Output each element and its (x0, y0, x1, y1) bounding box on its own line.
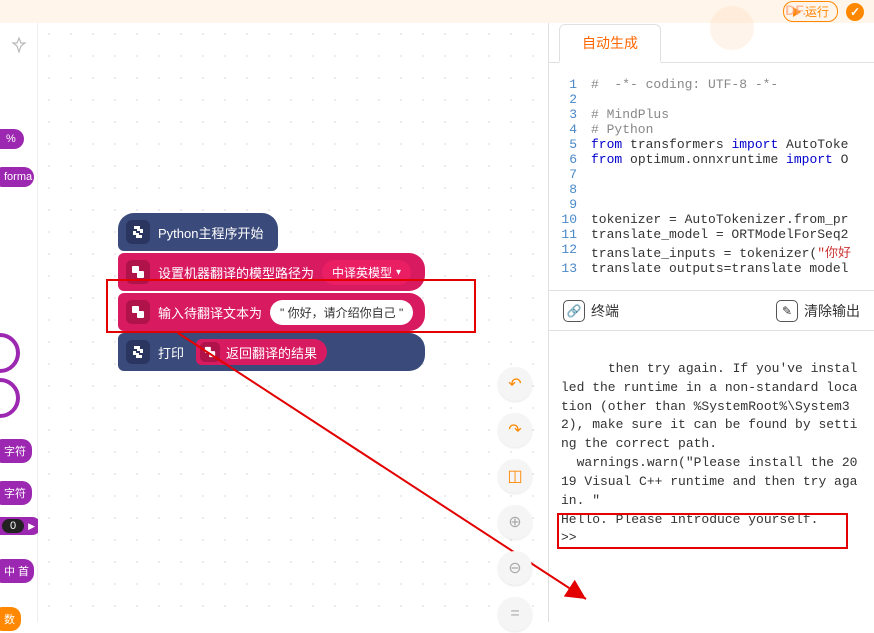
check-icon[interactable]: ✓ (846, 3, 864, 21)
brand-text: DF... (785, 2, 814, 18)
terminal-output: then try again. If you've installed the … (561, 361, 857, 546)
clear-icon: ✎ (776, 300, 798, 322)
rail-percent[interactable]: % (0, 129, 24, 149)
block-set-model[interactable]: 设置机器翻译的模型路径为 中译英模型 (118, 253, 425, 291)
python-icon (126, 220, 150, 244)
clear-output-button[interactable]: ✎ 清除输出 (776, 300, 860, 322)
terminal-body[interactable]: then try again. If you've installed the … (549, 331, 874, 622)
block-return-result[interactable]: 返回翻译的结果 (196, 339, 327, 365)
fit-button[interactable]: = (498, 597, 532, 631)
python-icon (126, 340, 150, 364)
block-input-text[interactable]: 输入待翻译文本为 " 你好，请介绍你自己 " (118, 293, 425, 331)
rail-circle-1[interactable] (0, 333, 20, 373)
block-input-label: 输入待翻译文本为 (158, 303, 262, 322)
translate-icon (200, 342, 220, 362)
rail-circle-2[interactable] (0, 378, 20, 418)
block-start-label: Python主程序开始 (158, 223, 263, 242)
code-pane: 1# -*- coding: UTF-8 -*-23# MindPlus4# P… (549, 63, 874, 291)
block-print-label: 打印 (158, 343, 184, 362)
zoom-in-button[interactable]: ⊕ (498, 505, 532, 539)
rail-mid-first[interactable]: 中 首 (0, 559, 34, 583)
translate-icon (126, 300, 150, 324)
undo-button[interactable]: ↶ (498, 367, 532, 401)
pin-icon[interactable] (7, 33, 31, 57)
block-set-model-label: 设置机器翻译的模型路径为 (158, 263, 314, 282)
rail-number[interactable]: 0▶ (0, 517, 41, 535)
redo-button[interactable]: ↷ (498, 413, 532, 447)
link-icon: 🔗 (563, 300, 585, 322)
rail-num-btn[interactable]: 数 (0, 607, 21, 631)
logo-watermark (710, 6, 754, 50)
crop-button[interactable]: ◫ (498, 459, 532, 493)
tab-auto-generate[interactable]: 自动生成 (559, 24, 661, 63)
block-print[interactable]: 打印 返回翻译的结果 (118, 333, 425, 371)
rail-forma[interactable]: forma (0, 167, 34, 187)
left-rail: % forma 字符 字符 0▶ 中 首 数 (0, 23, 38, 622)
zoom-out-button[interactable]: ⊖ (498, 551, 532, 585)
block-start[interactable]: Python主程序开始 (118, 213, 278, 251)
rail-char-2[interactable]: 字符 (0, 481, 32, 505)
model-dropdown[interactable]: 中译英模型 (322, 260, 411, 285)
block-canvas[interactable]: Python主程序开始 设置机器翻译的模型路径为 中译英模型 输入待翻译文本为 … (38, 23, 548, 622)
terminal-title: 终端 (591, 301, 619, 321)
rail-char-1[interactable]: 字符 (0, 439, 32, 463)
translate-input[interactable]: " 你好，请介绍你自己 " (270, 300, 413, 325)
translate-icon (126, 260, 150, 284)
